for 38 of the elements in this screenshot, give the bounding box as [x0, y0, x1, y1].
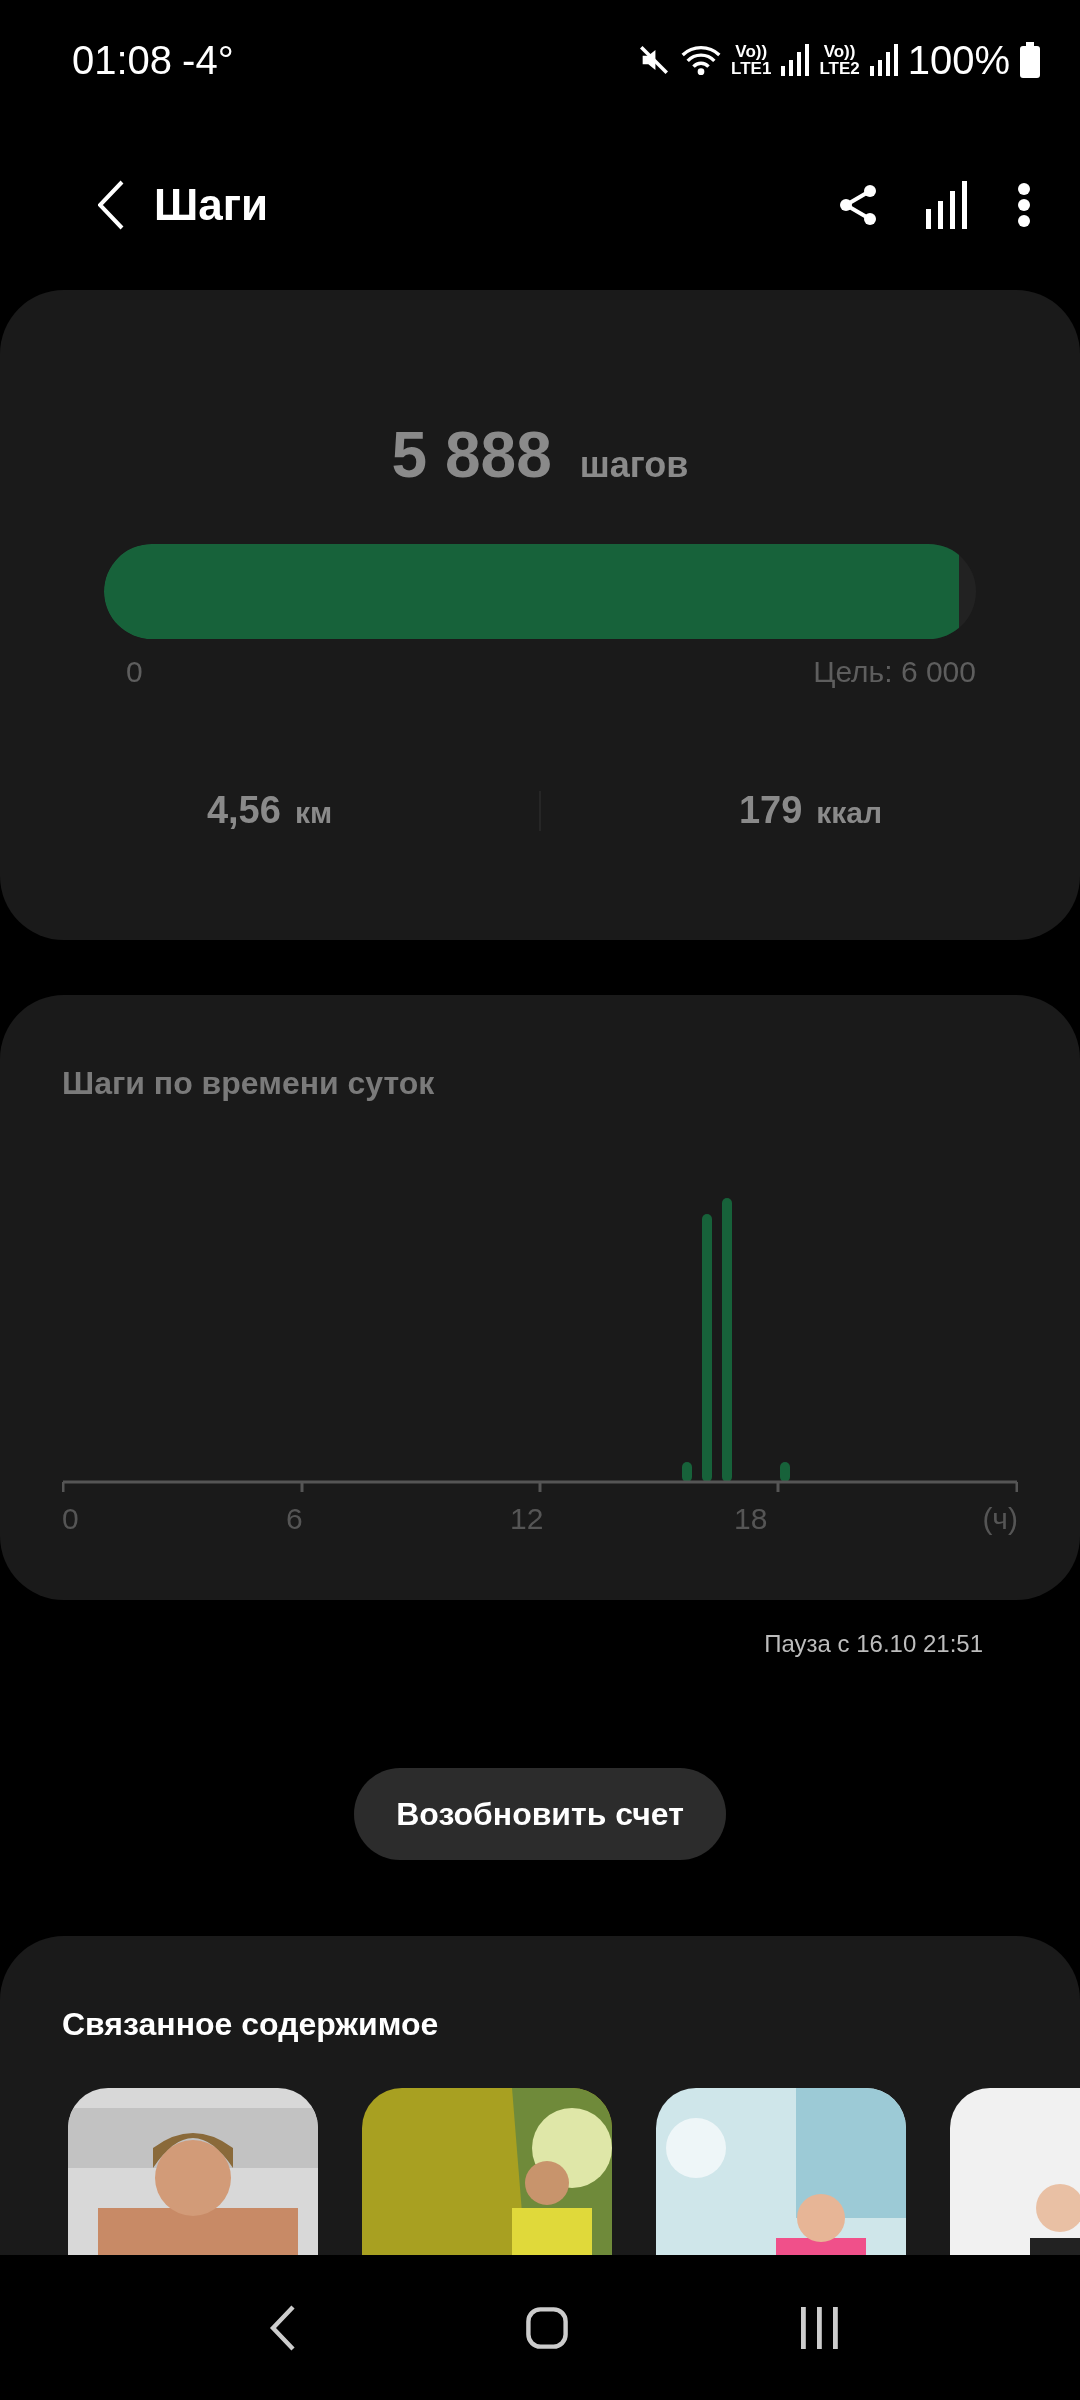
signal-icon — [869, 44, 898, 76]
signal-icon — [781, 44, 810, 76]
pause-note: Пауза с 16.10 21:51 — [764, 1630, 983, 1658]
resume-button[interactable]: Возобновить счет — [354, 1768, 726, 1860]
card-title: Шаги по времени суток — [62, 1065, 436, 1102]
network-label: LTE2 — [819, 60, 860, 77]
axis-label: 18 — [734, 1502, 769, 1536]
axis-label: 0 — [62, 1502, 80, 1536]
back-icon — [269, 2304, 296, 2351]
wifi-icon — [681, 43, 722, 77]
clock: 01:08 — [72, 37, 173, 83]
calories-value: 179 — [738, 789, 803, 832]
more-icon — [1018, 183, 1030, 227]
bar — [682, 1462, 692, 1482]
network-label: LTE1 — [731, 60, 772, 77]
battery-percent: 100% — [907, 37, 1010, 83]
axis-label: 12 — [510, 1502, 545, 1536]
temperature: -4° — [182, 37, 234, 83]
bar-chart-icon — [926, 181, 970, 229]
calories-unit: ккал — [816, 796, 883, 830]
bar — [780, 1462, 790, 1482]
home-icon — [526, 2306, 568, 2349]
distance-value: 4,56 — [206, 789, 281, 832]
axis-label: 6 — [286, 1502, 304, 1536]
volte-label: Vo)) — [735, 43, 768, 60]
section-title: Связанное содержимое — [62, 2006, 440, 2043]
step-unit: шагов — [579, 444, 689, 486]
battery-icon — [1020, 42, 1040, 78]
page-title: Шаги — [154, 180, 270, 230]
distance-unit: км — [294, 796, 333, 830]
share-icon — [838, 183, 878, 227]
scale-start: 0 — [126, 655, 143, 689]
axis-label: (ч) — [981, 1502, 1018, 1536]
step-count: 5 888 — [391, 418, 552, 492]
volte-label: Vo)) — [823, 43, 856, 60]
recent-apps-icon — [798, 2306, 839, 2349]
back-icon — [98, 180, 124, 230]
goal-label: Цель: 6 000 — [813, 655, 976, 689]
